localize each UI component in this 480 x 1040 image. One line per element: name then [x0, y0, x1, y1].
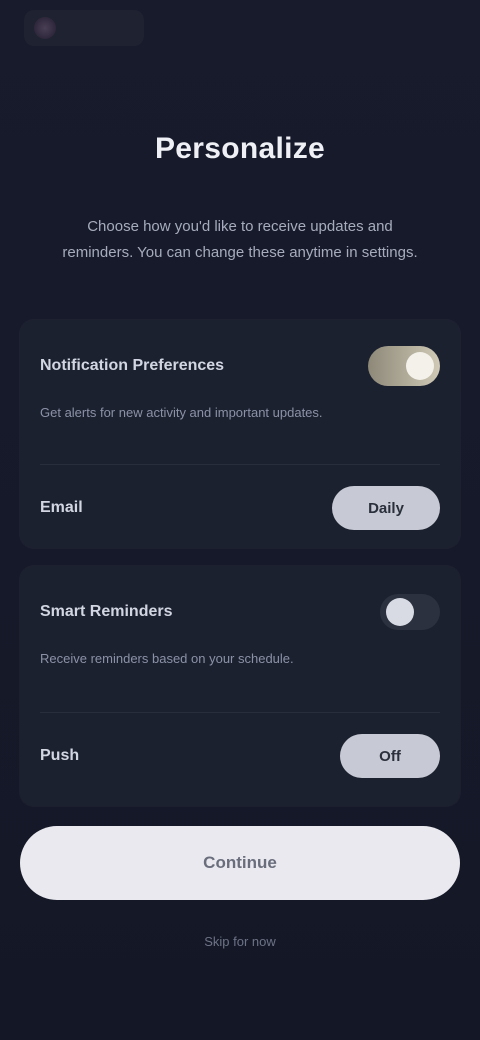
reminders-toggle-row: Smart Reminders — [40, 594, 440, 630]
notification-toggle-row: Notification Preferences — [40, 346, 440, 386]
notification-toggle[interactable] — [368, 346, 440, 386]
page-subtitle: Choose how you'd like to receive updates… — [62, 218, 418, 261]
notification-card: Notification Preferences Get alerts for … — [20, 320, 460, 548]
reminders-card: Smart Reminders Receive reminders based … — [20, 566, 460, 806]
page-title: Personalize — [154, 132, 326, 165]
personalize-screen: Personalize Choose how you'd like to rec… — [0, 0, 480, 1040]
reminders-description: Receive reminders based on your schedule… — [40, 651, 294, 666]
email-frequency-select[interactable]: Daily — [332, 486, 440, 530]
toggle-knob — [406, 352, 434, 380]
notification-toggle-label: Notification Preferences — [40, 357, 225, 374]
push-frequency-row: Push Off — [40, 734, 440, 778]
skip-link[interactable]: Skip for now — [0, 934, 480, 949]
continue-button[interactable]: Continue — [20, 826, 460, 900]
push-frequency-select[interactable]: Off — [340, 734, 440, 778]
top-bar[interactable] — [24, 10, 144, 46]
push-frequency-label: Push — [40, 747, 80, 764]
card-divider — [40, 712, 440, 713]
card-divider — [40, 464, 440, 465]
app-logo-icon — [34, 17, 56, 39]
email-frequency-row: Email Daily — [40, 486, 440, 530]
toggle-knob — [386, 598, 414, 626]
notification-description: Get alerts for new activity and importan… — [40, 405, 323, 420]
reminders-toggle[interactable] — [380, 594, 440, 630]
reminders-toggle-label: Smart Reminders — [40, 603, 173, 620]
email-frequency-label: Email — [40, 499, 83, 516]
